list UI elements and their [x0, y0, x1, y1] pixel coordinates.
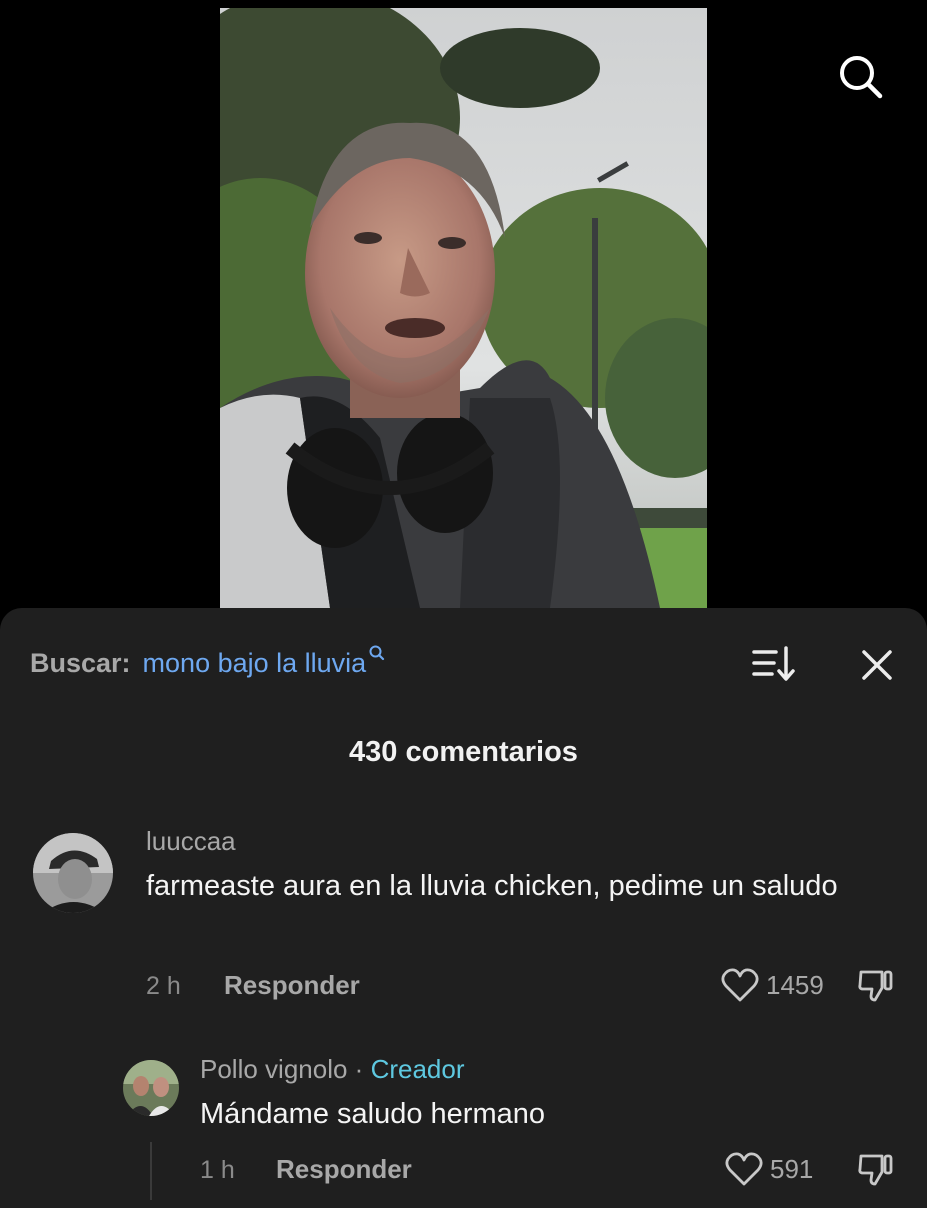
heart-icon — [725, 1152, 763, 1186]
avatar[interactable] — [123, 1060, 179, 1116]
creator-avatar-image — [123, 1060, 179, 1116]
comment-search-bar[interactable]: Buscar: mono bajo la lluvia — [30, 645, 386, 679]
dislike-button[interactable] — [856, 1150, 896, 1190]
close-icon — [862, 650, 892, 680]
video-area — [0, 0, 927, 640]
search-query-link[interactable]: mono bajo la lluvia — [143, 648, 367, 679]
comment-text: farmeaste aura en la lluvia chicken, ped… — [146, 870, 838, 902]
sort-icon — [752, 646, 795, 681]
like-count: 1459 — [766, 969, 824, 1000]
video-search-button[interactable] — [834, 50, 890, 106]
thumbs-down-icon — [858, 1154, 893, 1186]
comment-count: 430 comentarios — [349, 736, 578, 768]
reply-thread-line — [150, 1142, 152, 1200]
comment-username[interactable]: luuccaa — [146, 826, 236, 857]
video-player[interactable] — [220, 8, 707, 608]
thumbs-down-icon — [858, 970, 893, 1002]
search-icon — [369, 645, 385, 661]
close-comments-button[interactable] — [856, 644, 898, 686]
heart-icon — [721, 968, 759, 1002]
reply-timestamp: 1 h — [200, 1156, 235, 1184]
like-count: 591 — [770, 1153, 814, 1184]
creator-badge: Creador — [370, 1054, 465, 1084]
sort-comments-button[interactable] — [748, 642, 798, 686]
user-avatar-image — [33, 833, 113, 913]
search-icon — [840, 56, 883, 99]
reply-username-row: Pollo vignolo · Creador — [200, 1054, 465, 1085]
reply-button[interactable]: Responder — [276, 1154, 412, 1185]
avatar[interactable] — [33, 833, 113, 913]
search-prefix-label: Buscar: — [30, 648, 131, 678]
reply-username[interactable]: Pollo vignolo — [200, 1054, 347, 1084]
reply-button[interactable]: Responder — [224, 970, 360, 1001]
like-button[interactable]: 591 — [724, 1150, 813, 1188]
comment-timestamp: 2 h — [146, 972, 181, 1000]
username-separator: · — [354, 1054, 364, 1084]
like-button[interactable]: 1459 — [720, 966, 824, 1004]
dislike-button[interactable] — [856, 966, 896, 1006]
reply-text: Mándame saludo hermano — [200, 1098, 545, 1130]
video-thumbnail — [220, 8, 707, 608]
